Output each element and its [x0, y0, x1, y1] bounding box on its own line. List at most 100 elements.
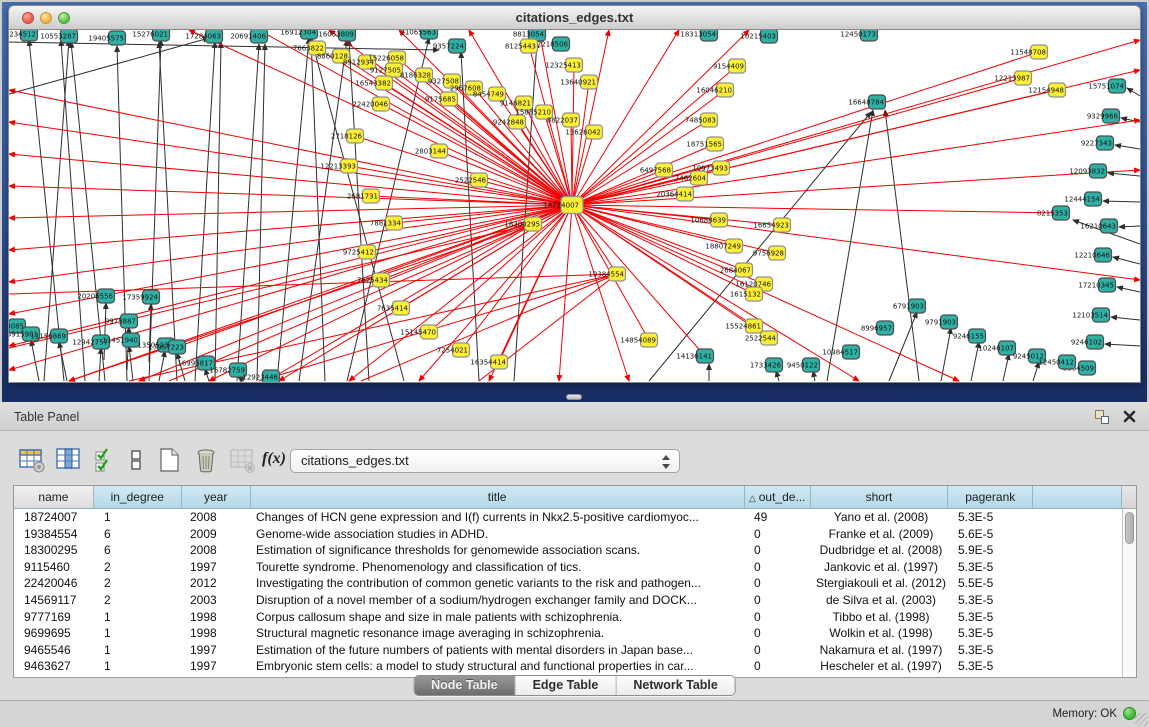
cell-name: 9699695 [14, 625, 94, 642]
graph-node-label: 8996957 [861, 325, 892, 333]
column-header-year[interactable]: year [182, 486, 251, 509]
cell-in_degree: 1 [94, 625, 182, 642]
zoom-traffic-light[interactable] [58, 12, 70, 24]
column-header-filler[interactable] [1033, 486, 1122, 509]
column-header-in_degree[interactable]: in_degree [94, 486, 182, 509]
graph-node-label: 10688639 [690, 217, 726, 225]
column-header-title[interactable]: title [251, 486, 745, 509]
column-header-pagerank[interactable]: pagerank [948, 486, 1033, 509]
table-row[interactable]: 946554611997Estimation of the future num… [14, 642, 1122, 659]
sort-ascending-icon: △ [749, 493, 756, 503]
table-row[interactable]: 1938455462009Genome-wide association stu… [14, 526, 1122, 543]
graph-node-label: 9725412 [343, 249, 374, 257]
table-row[interactable]: 977716911998Corpus callosum shape and si… [14, 609, 1122, 626]
scroll-corner [1122, 486, 1136, 509]
graph-node-label: 16210643 [1080, 223, 1116, 231]
graph-node-label: 8186328 [400, 72, 431, 80]
column-select-icon[interactable] [55, 446, 83, 474]
graph-node-label: 12450173 [840, 31, 876, 39]
close-traffic-light[interactable] [22, 12, 34, 24]
cell-year: 2012 [182, 575, 251, 592]
table-panel-title: Table Panel [14, 410, 79, 424]
cell-in_degree: 1 [94, 609, 182, 626]
graph-node-label: 16995817 [177, 360, 213, 368]
cell-pagerank: 5.9E-5 [950, 542, 1035, 559]
graph-node-label: 16046210 [696, 87, 732, 95]
graph-node-label: 9154409 [713, 63, 744, 71]
resize-grip[interactable] [1135, 713, 1148, 726]
graph-node-label: 7462604 [675, 175, 707, 183]
cell-out_de...: 0 [746, 642, 812, 659]
graph-node-label: 19384554 [588, 271, 624, 279]
network-canvas[interactable]: 1940557520691406160538099357224881305412… [8, 30, 1141, 383]
graph-node-label: 9146821 [500, 100, 531, 108]
graph-node-label: 18751565 [686, 141, 722, 149]
graph-node-label: 21065563 [400, 30, 436, 37]
graph-node-label: 7625434 [357, 277, 389, 285]
float-panel-icon[interactable] [1095, 410, 1109, 424]
table-settings-icon[interactable] [18, 446, 46, 474]
cell-title: Tourette syndrome. Phenomenology and cla… [251, 559, 746, 576]
select-rows-icon[interactable] [92, 446, 120, 474]
column-header-name[interactable]: name [14, 486, 94, 509]
minimize-traffic-light[interactable] [40, 12, 52, 24]
vertical-scrollbar[interactable] [1122, 509, 1136, 677]
cell-pagerank: 5.5E-5 [950, 575, 1035, 592]
tab-edge-table[interactable]: Edge Table [515, 676, 616, 695]
cell-short: Jankovic et al. (1997) [812, 559, 950, 576]
tab-network-table[interactable]: Network Table [615, 676, 735, 695]
scrollbar-thumb[interactable] [1125, 512, 1134, 544]
graph-node-label: 8813054 [513, 31, 545, 39]
table-selector-dropdown[interactable]: citations_edges.txt [290, 449, 680, 473]
graph-node-label: 10553287 [40, 33, 76, 41]
graph-node-label: 2522546 [455, 177, 487, 185]
column-header-short[interactable]: short [811, 486, 949, 509]
cell-short: Dudbridge et al. (2008) [812, 542, 950, 559]
split-divider-handle[interactable] [566, 394, 582, 400]
table-row[interactable]: 911546021997Tourette syndrome. Phenomeno… [14, 559, 1122, 576]
table-selector-value: citations_edges.txt [301, 453, 409, 468]
graph-node-label: 12325413 [545, 62, 581, 70]
graph-node-label: 14136141 [676, 353, 712, 361]
row-height-icon[interactable] [122, 446, 150, 474]
cell-in_degree: 2 [94, 575, 182, 592]
graph-node-label: 9357224 [433, 43, 465, 51]
cell-in_degree: 2 [94, 559, 182, 576]
new-table-icon[interactable] [155, 446, 183, 474]
graph-node-label: 12213987 [994, 75, 1030, 83]
graph-node-label: 12213393 [320, 163, 356, 171]
table-row[interactable]: 2242004622012Investigating the contribut… [14, 575, 1122, 592]
cell-name: 9777169 [14, 609, 94, 626]
cell-year: 1998 [182, 625, 251, 642]
cell-short: Wolkin et al. (1998) [812, 625, 950, 642]
graph-node-label: 8822037 [547, 117, 578, 125]
column-header-out_de...[interactable]: △out_de... [745, 486, 811, 509]
graph-node-label: 15524861 [725, 323, 761, 331]
cell-title: Corpus callosum shape and size in male p… [251, 609, 746, 626]
table-row[interactable]: 946362711997Embryonic stem cells: a mode… [14, 658, 1122, 675]
graph-node-label: 9756928 [753, 250, 784, 258]
graph-node-label: 2718126 [331, 133, 363, 141]
graph-node-label: 1615132 [730, 291, 761, 299]
table-row[interactable]: 1872400712008Changes of HCN gene express… [14, 509, 1122, 526]
table-row[interactable]: 1456911722003Disruption of a novel membe… [14, 592, 1122, 609]
close-panel-icon[interactable] [1122, 409, 1137, 424]
graph-node-label: 7635414 [377, 305, 409, 313]
graph-node-label: 9175685 [425, 96, 456, 104]
table-row[interactable]: 1830029562008Estimation of significance … [14, 542, 1122, 559]
table-row[interactable]: 969969511998Structural magnetic resonanc… [14, 625, 1122, 642]
network-window-titlebar[interactable]: citations_edges.txt [8, 5, 1141, 30]
cell-pagerank: 5.3E-5 [950, 658, 1035, 675]
graph-node-label: 20206556 [77, 293, 113, 301]
graph-node-label: 15751074 [1088, 83, 1124, 91]
tab-node-table[interactable]: Node Table [414, 676, 514, 695]
graph-node-label: 8454749 [473, 91, 504, 99]
delete-table-trash-icon[interactable] [192, 446, 220, 474]
cell-in_degree: 6 [94, 542, 182, 559]
graph-node-label: 18313054 [680, 31, 716, 39]
network-graph[interactable]: 1940557520691406160538099357224881305412… [9, 30, 1140, 382]
graph-node-label: 18807249 [705, 243, 741, 251]
graph-node-label: 8215353 [1037, 210, 1068, 218]
graph-node-label: 2522544 [745, 335, 777, 343]
graph-node-label: 7881334 [370, 220, 402, 228]
